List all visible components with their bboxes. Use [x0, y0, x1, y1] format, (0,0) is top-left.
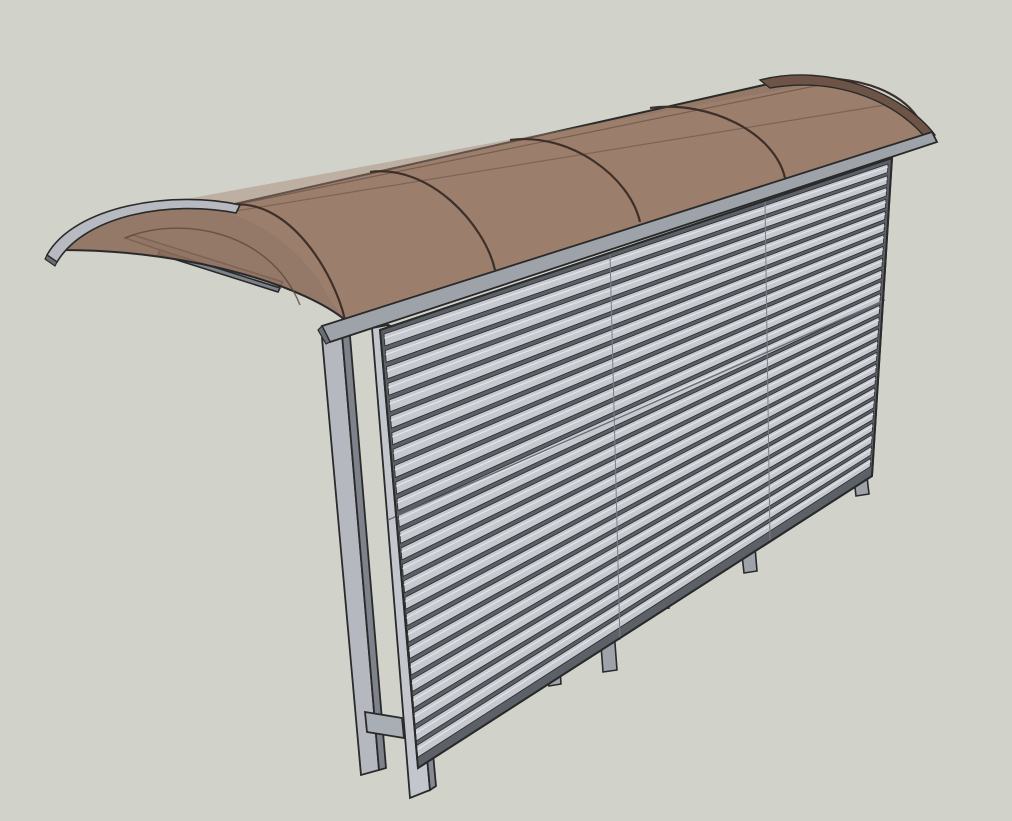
shelter-model-svg	[0, 0, 1012, 821]
shelter-3d-view	[0, 0, 1012, 821]
